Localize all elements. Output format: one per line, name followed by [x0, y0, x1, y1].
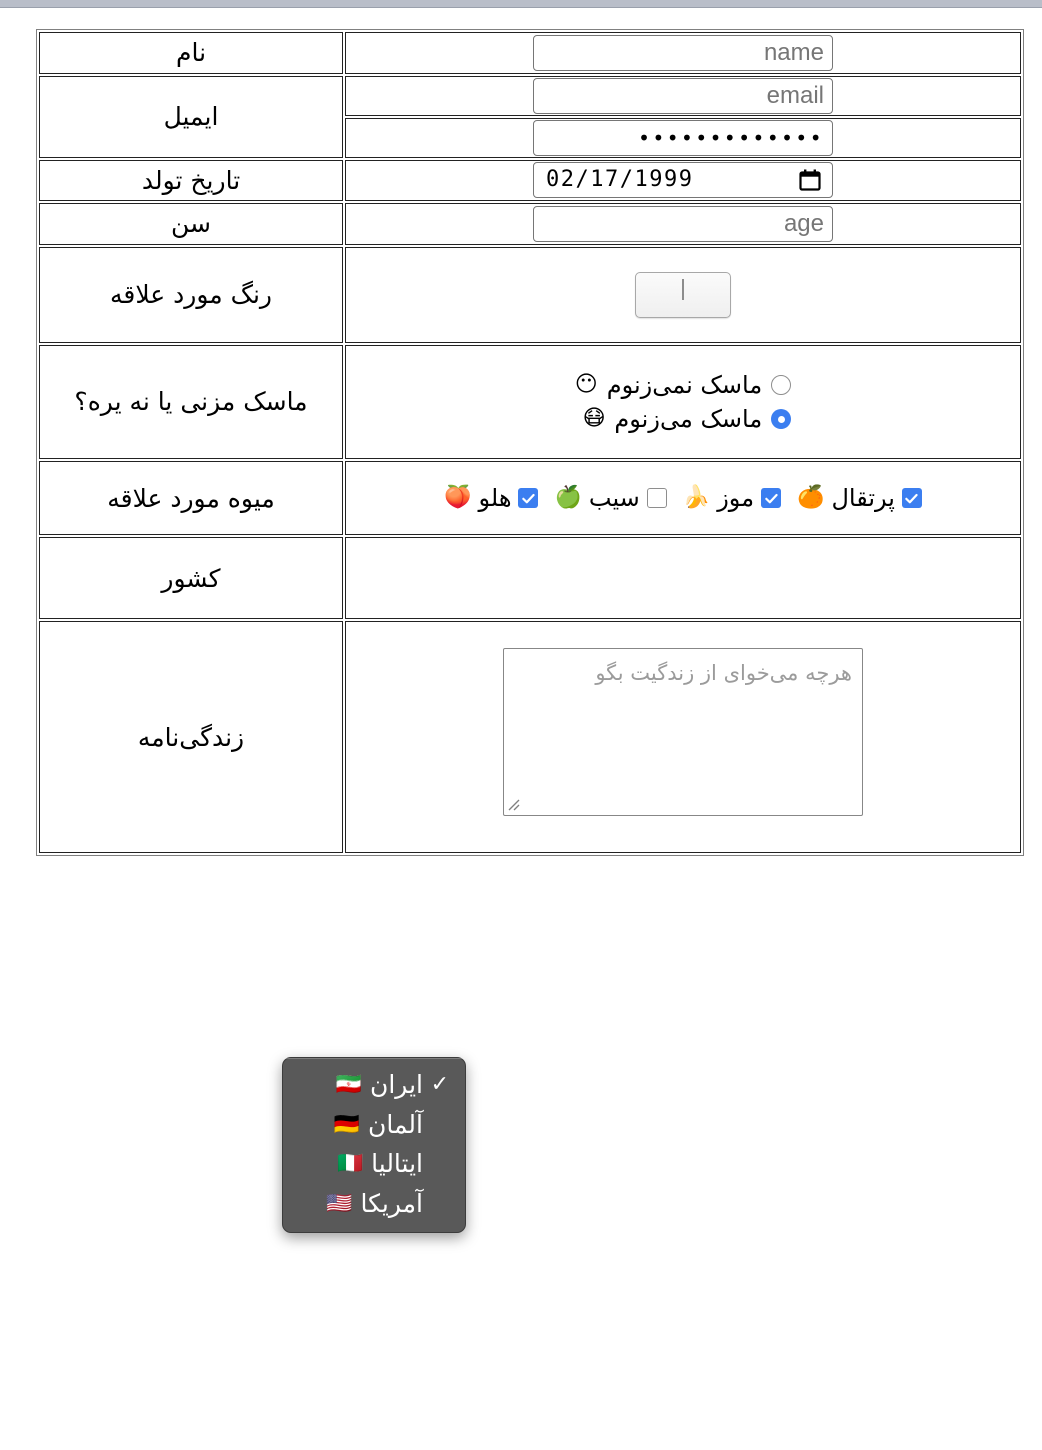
password-input[interactable]: •••••••••••••	[533, 119, 833, 156]
label-favorite-fruit: میوه مورد علاقه	[39, 461, 343, 536]
label-country: کشور	[39, 537, 343, 620]
label-favorite-color: رنگ مورد علاقه	[39, 246, 343, 343]
dropdown-option-label: آلمان	[368, 1109, 423, 1139]
table-row: 02/17/1999 تاریخ تولد	[39, 159, 1021, 201]
radio-icon-selected[interactable]	[771, 409, 792, 430]
checkbox-label-peach: هلو	[478, 484, 512, 513]
age-input[interactable]: age	[533, 205, 833, 242]
dropdown-option-italy[interactable]: ✓ ایتالیا 🇮🇹	[283, 1144, 465, 1184]
registration-form-table: name نام email ایمیل ••••••••••••• 02/17…	[36, 29, 1024, 857]
color-swatch	[682, 278, 684, 300]
mask-field-cell: ماسک نمی‌زنوم 😶 ماسک می‌زنوم 😷	[345, 344, 1021, 460]
form-page: name نام email ایمیل ••••••••••••• 02/17…	[0, 9, 1042, 1233]
checkbox-label-banana: موز	[717, 484, 755, 513]
mask-radio-group: ماسک نمی‌زنوم 😶 ماسک می‌زنوم 😷	[574, 368, 792, 437]
bio-textarea[interactable]: هرچه می‌خوای از زندگیت بگو	[503, 648, 863, 817]
email-input[interactable]: email	[533, 77, 833, 114]
flag-iran-icon: 🇮🇷	[335, 1072, 362, 1097]
table-row: email ایمیل	[39, 75, 1021, 158]
name-input-placeholder: name	[763, 38, 824, 66]
checkbox-icon-unchecked[interactable]	[646, 488, 667, 509]
checkbox-option-peach[interactable]: هلو 🍑	[444, 484, 539, 513]
bio-textarea-placeholder: هرچه می‌خوای از زندگیت بگو	[595, 661, 852, 686]
password-field-cell: •••••••••••••	[345, 117, 1021, 158]
resize-handle-icon[interactable]	[506, 797, 522, 813]
radio-icon-unselected[interactable]	[771, 374, 792, 395]
birthdate-field-cell: 02/17/1999	[345, 159, 1021, 201]
tangerine-emoji: 🍊	[797, 485, 825, 511]
birthdate-input[interactable]: 02/17/1999	[533, 162, 833, 199]
label-email: ایمیل	[39, 75, 343, 158]
birthdate-value: 02/17/1999	[546, 167, 694, 193]
checkbox-label-orange: پرتقال	[831, 484, 895, 513]
checkbox-icon-checked[interactable]	[761, 488, 782, 509]
email-field-cell: email	[345, 75, 1021, 116]
table-row: name نام	[39, 32, 1021, 74]
checkbox-icon-checked[interactable]	[518, 488, 539, 509]
checkbox-label-apple: سیب	[588, 484, 640, 513]
peach-emoji: 🍑	[444, 485, 472, 511]
dropdown-option-germany[interactable]: ✓ آلمان 🇩🇪	[283, 1105, 465, 1145]
table-row: کشور	[39, 537, 1021, 620]
color-field-cell	[345, 246, 1021, 343]
fruit-field-cell: پرتقال 🍊 موز 🍌 سیب 🍏 هلو 🍑	[345, 461, 1021, 536]
checkbox-option-banana[interactable]: موز 🍌	[682, 484, 782, 513]
browser-chrome-strip	[0, 0, 1042, 8]
green-apple-emoji: 🍏	[554, 485, 582, 511]
radio-option-wears-mask[interactable]: ماسک می‌زنوم 😷	[575, 402, 792, 436]
email-input-placeholder: email	[766, 81, 824, 109]
country-field-cell	[345, 537, 1021, 620]
label-mask-question: ماسک مزنی یا نه یره؟	[39, 344, 343, 460]
flag-italy-icon: 🇮🇹	[337, 1151, 364, 1176]
table-row: هرچه می‌خوای از زندگیت بگو زندگی‌نامه	[39, 621, 1021, 854]
banana-emoji: 🍌	[682, 485, 711, 511]
label-birthdate: تاریخ تولد	[39, 159, 343, 201]
checkbox-icon-checked[interactable]	[901, 488, 922, 509]
radio-label-wears-mask: ماسک می‌زنوم	[614, 404, 763, 433]
dropdown-option-label: ایتالیا	[371, 1149, 423, 1178]
fruit-checkbox-group: پرتقال 🍊 موز 🍌 سیب 🍏 هلو 🍑	[356, 484, 1010, 512]
bio-field-cell: هرچه می‌خوای از زندگیت بگو	[345, 621, 1021, 854]
dropdown-option-iran[interactable]: ✓ ایران 🇮🇷	[283, 1065, 465, 1105]
label-biography: زندگی‌نامه	[39, 621, 343, 854]
label-age: سن	[39, 203, 343, 245]
checkmark-icon: ✓	[430, 1072, 449, 1098]
dropdown-option-usa[interactable]: ✓ آمریکا 🇺🇸	[283, 1184, 465, 1224]
calendar-icon[interactable]	[798, 168, 822, 192]
checkbox-option-apple[interactable]: سیب 🍏	[554, 484, 667, 513]
table-row: پرتقال 🍊 موز 🍌 سیب 🍏 هلو 🍑 میوه مورد علا…	[39, 461, 1021, 536]
password-masked-value: •••••••••••••	[638, 125, 824, 150]
age-input-placeholder: age	[783, 209, 824, 237]
radio-label-no-mask: ماسک نمی‌زنوم	[606, 370, 763, 399]
neutral-face-emoji: 😶	[574, 371, 598, 397]
dropdown-option-label: آمریکا	[360, 1188, 423, 1218]
radio-option-no-mask[interactable]: ماسک نمی‌زنوم 😶	[574, 368, 792, 402]
color-picker-button[interactable]	[635, 271, 731, 318]
flag-usa-icon: 🇺🇸	[326, 1190, 353, 1215]
name-input[interactable]: name	[533, 34, 833, 71]
country-dropdown-popup[interactable]: ✓ ایران 🇮🇷 ✓ آلمان 🇩🇪 ✓ ایتالیا 🇮🇹 ✓ آمر…	[282, 1057, 466, 1233]
label-name: نام	[39, 32, 343, 74]
table-row: ماسک نمی‌زنوم 😶 ماسک می‌زنوم 😷 ماسک مزنی…	[39, 344, 1021, 460]
table-row: رنگ مورد علاقه	[39, 246, 1021, 343]
mask-face-emoji: 😷	[582, 406, 606, 432]
checkbox-option-orange[interactable]: پرتقال 🍊	[797, 484, 922, 512]
dropdown-option-label: ایران	[369, 1070, 423, 1099]
flag-germany-icon: 🇩🇪	[333, 1111, 360, 1136]
name-field-cell: name	[345, 32, 1021, 74]
table-row: age سن	[39, 203, 1021, 245]
age-field-cell: age	[345, 203, 1021, 245]
